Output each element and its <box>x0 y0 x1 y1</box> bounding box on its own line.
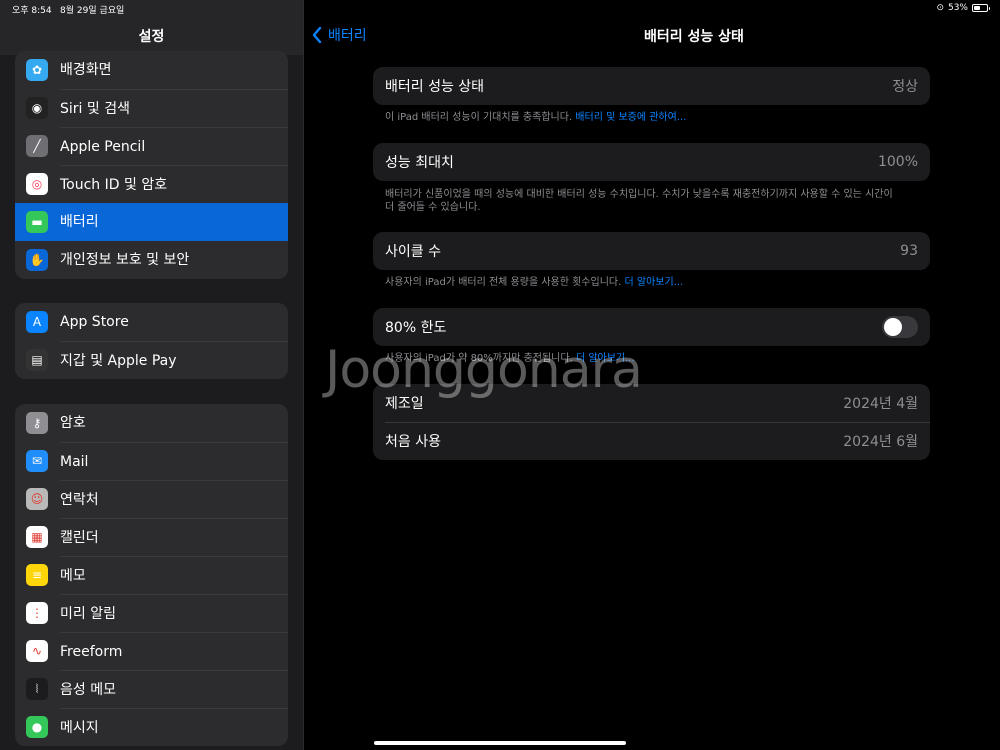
first-use-value: 2024년 6월 <box>843 434 918 450</box>
hand-icon: ✋ <box>26 249 48 271</box>
health-value: 정상 <box>892 79 918 95</box>
sidebar-item-label: 연락처 <box>60 479 288 519</box>
page-title: 배터리 성능 상태 <box>644 29 744 45</box>
limit-80-toggle[interactable] <box>882 316 918 338</box>
sidebar-item-freeform[interactable]: ∿ Freeform <box>15 631 288 671</box>
cycle-row: 사이클 수 93 <box>373 232 930 270</box>
sidebar-item-label: 메모 <box>60 555 288 595</box>
mail-icon: ✉ <box>26 450 48 472</box>
appstore-icon: A <box>26 311 48 333</box>
first-use-row: 처음 사용 2024년 6월 <box>373 422 930 460</box>
status-bar: 오후 8:54 8월 29일 금요일 ⊙ 53% <box>0 0 1000 18</box>
sidebar-item-contacts[interactable]: ☺ 연락처 <box>15 479 288 519</box>
reminders-icon: ⋮ <box>26 602 48 624</box>
sidebar-item-label: 미리 알림 <box>60 593 288 633</box>
health-label: 배터리 성능 상태 <box>385 79 485 95</box>
max-capacity-note-line2: 더 줄어들 수 있습니다. <box>385 202 481 213</box>
sidebar-item-calendar[interactable]: ▦ 캘린더 <box>15 517 288 557</box>
cycle-learn-more-link[interactable]: 더 알아보기... <box>624 277 683 288</box>
health-note-text: 이 iPad 배터리 성능이 기대치를 충족합니다. <box>385 112 573 123</box>
health-card: 배터리 성능 상태 정상 <box>373 67 930 105</box>
sidebar-item-pencil[interactable]: ╱ Apple Pencil <box>15 126 288 166</box>
sidebar-item-voice-memo[interactable]: ⦚ 음성 메모 <box>15 669 288 709</box>
watermark: Joonggonara <box>325 340 643 400</box>
max-capacity-value: 100% <box>877 154 918 170</box>
max-capacity-row: 성능 최대치 100% <box>373 143 930 181</box>
sidebar-item-wallet[interactable]: ▤ 지갑 및 Apple Pay <box>15 340 288 380</box>
battery-percent: 53% <box>947 3 968 13</box>
siri-icon: ◉ <box>26 97 48 119</box>
pencil-icon: ╱ <box>26 135 48 157</box>
limit-label: 80% 한도 <box>385 320 447 336</box>
first-use-label: 처음 사용 <box>385 434 441 450</box>
sidebar-item-label: 메시지 <box>60 707 288 747</box>
health-row: 배터리 성능 상태 정상 <box>373 67 930 105</box>
cycle-note: 사용자의 iPad가 배터리 전체 용량을 사용한 횟수입니다. 더 알아보기.… <box>385 276 915 289</box>
settings-group-3: ⚷ 암호 ✉ Mail ☺ 연락처 ▦ 캘린더 ≡ 메모 ⋮ 미리 알림 ∿ Freeform ⦚ 음성 메모… <box>15 404 288 746</box>
messages-icon: ● <box>26 716 48 738</box>
voice-memo-icon: ⦚ <box>26 678 48 700</box>
sidebar-item-mail[interactable]: ✉ Mail <box>15 441 288 481</box>
freeform-icon: ∿ <box>26 640 48 662</box>
settings-group-1: ✿ 배경화면 ◉ Siri 및 검색 ╱ Apple Pencil ◎ Touch ID 및 … <box>15 51 288 279</box>
fingerprint-icon: ◎ <box>26 173 48 195</box>
sidebar-item-reminders[interactable]: ⋮ 미리 알림 <box>15 593 288 633</box>
sidebar-item-label: 음성 메모 <box>60 669 288 709</box>
settings-group-2: A App Store ▤ 지갑 및 Apple Pay <box>15 303 288 379</box>
cycle-note-text: 사용자의 iPad가 배터리 전체 용량을 사용한 횟수입니다. <box>385 277 622 288</box>
sidebar-item-label: 암호 <box>60 415 86 431</box>
max-capacity-label: 성능 최대치 <box>385 155 454 171</box>
max-capacity-note-line1: 배터리가 신품이었을 때의 성능에 대비한 배터리 성능 수치입니다. 수치가 … <box>385 189 893 200</box>
sidebar-item-appstore[interactable]: A App Store <box>15 303 288 341</box>
notes-icon: ≡ <box>26 564 48 586</box>
sidebar-item-label: 캘린더 <box>60 517 288 557</box>
sidebar-item-wallpaper[interactable]: ✿ 배경화면 <box>15 51 288 89</box>
wallet-icon: ▤ <box>26 349 48 371</box>
sidebar-item-label: Siri 및 검색 <box>60 88 288 128</box>
sidebar-item-label: 개인정보 보호 및 보안 <box>60 252 190 268</box>
sidebar-item-label: Freeform <box>60 631 288 671</box>
orientation-lock-icon: ⊙ <box>936 3 944 13</box>
cycle-value: 93 <box>900 243 918 259</box>
health-warranty-link[interactable]: 배터리 및 보증에 관하여... <box>575 112 686 123</box>
status-time: 오후 8:54 <box>12 6 52 16</box>
health-note: 이 iPad 배터리 성능이 기대치를 충족합니다. 배터리 및 보증에 관하여… <box>385 111 915 124</box>
max-capacity-card: 성능 최대치 100% <box>373 143 930 181</box>
sidebar-item-label: App Store <box>60 314 129 330</box>
sidebar-item-fingerprint[interactable]: ◎ Touch ID 및 암호 <box>15 164 288 204</box>
sidebar-item-battery[interactable]: ▬ 배터리 <box>15 203 288 241</box>
cycle-card: 사이클 수 93 <box>373 232 930 270</box>
status-date: 8월 29일 금요일 <box>60 6 125 16</box>
calendar-icon: ▦ <box>26 526 48 548</box>
sidebar-item-label: Touch ID 및 암호 <box>60 164 288 204</box>
cycle-label: 사이클 수 <box>385 244 441 260</box>
sidebar-item-key[interactable]: ⚷ 암호 <box>15 404 288 442</box>
sidebar-item-siri[interactable]: ◉ Siri 및 검색 <box>15 88 288 128</box>
battery-icon: ▬ <box>26 211 48 233</box>
wallpaper-icon: ✿ <box>26 59 48 81</box>
contacts-icon: ☺ <box>26 488 48 510</box>
sidebar-item-label: 배경화면 <box>60 62 112 78</box>
settings-sidebar: 설정 ✿ 배경화면 ◉ Siri 및 검색 ╱ Apple Pencil ◎ Touch ID… <box>0 0 303 750</box>
sidebar-item-label: 지갑 및 Apple Pay <box>60 340 288 380</box>
sidebar-item-label: 배터리 <box>60 214 99 230</box>
sidebar-title: 설정 <box>138 29 165 45</box>
manufactured-value: 2024년 4월 <box>843 396 918 412</box>
home-indicator[interactable] <box>374 741 626 745</box>
sidebar-item-hand[interactable]: ✋ 개인정보 보호 및 보안 <box>15 241 288 279</box>
sidebar-item-messages[interactable]: ● 메시지 <box>15 707 288 747</box>
toggle-knob <box>884 318 902 336</box>
sidebar-item-notes[interactable]: ≡ 메모 <box>15 555 288 595</box>
sidebar-item-label: Apple Pencil <box>60 126 288 166</box>
sidebar-item-label: Mail <box>60 441 288 481</box>
key-icon: ⚷ <box>26 412 48 434</box>
battery-status-icon <box>972 4 990 12</box>
max-capacity-note: 배터리가 신품이었을 때의 성능에 대비한 배터리 성능 수치입니다. 수치가 … <box>385 188 915 214</box>
